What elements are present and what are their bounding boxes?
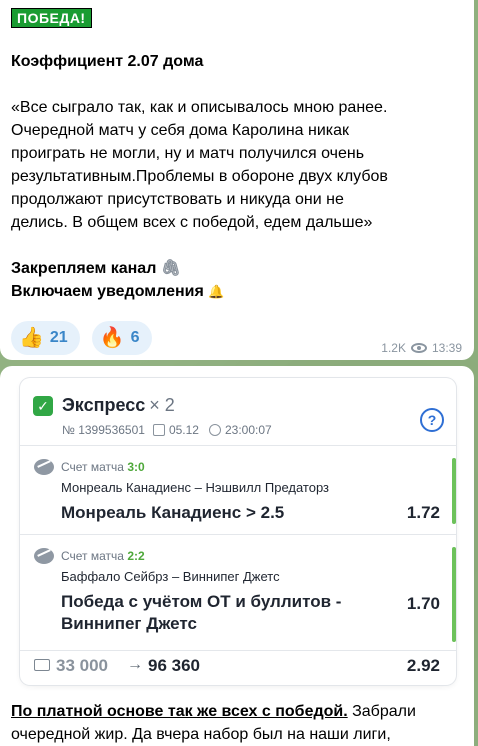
score-value: 3:0 [127,460,145,474]
message-time: 13:39 [431,341,462,355]
notify-line-text: Включаем уведомления [11,283,204,300]
eye-icon [410,343,427,353]
quote-line-3: проиграть не могли, ну и матч получился … [11,145,365,162]
ticket-type: Экспресс [62,395,146,415]
view-count: 1.2K [381,341,406,355]
bet-ticket-image[interactable]: ✓ Экспресс × 2 № 1399536501 05.12 23:00:0… [20,378,456,685]
quote-line-6: делись. В общем всех с победой, едем дал… [11,214,373,231]
ticket-footer: 33 000 → 96 360 2.92 [20,651,456,683]
ticket-number: № 1399536501 [62,423,145,437]
thumbs-up-icon: 👍 [19,327,44,349]
clock-icon [208,424,221,436]
calendar-icon [152,424,165,436]
fire-icon: 🔥 [99,327,125,349]
ticket-header: ✓ Экспресс × 2 № 1399536501 05.12 23:00:0… [20,378,456,446]
ticket-subline: № 1399536501 05.12 23:00:07 [62,423,272,437]
message-text-2-line2: очередной жир. Да вчера набор был на наш… [11,726,391,743]
win-indicator [452,547,456,642]
ticket-time: 23:00:07 [224,423,272,437]
arrow-right-icon: → [127,656,143,673]
event-pick: Победа с учётом ОТ и буллитов - Виннипег… [61,592,342,633]
quote-line-4: результативным.Проблемы в обороне двух к… [11,168,388,185]
message-bubble-2: ✓ Экспресс × 2 № 1399536501 05.12 23:00:0… [0,366,474,746]
match-score: Счет матча 3:0 [61,460,145,474]
event-teams: Монреаль Канадиенс – Нэшвилл Предаторз [61,480,329,495]
score-value: 2:2 [127,549,145,563]
total-odd: 2.92 [406,656,440,675]
win-badge: ПОБЕДА! [11,8,92,28]
reaction-thumbs-up[interactable]: 👍 21 [11,321,80,355]
coefficient-line: Коэффициент 2.07 дома [11,53,204,70]
reaction-count: 21 [49,329,68,346]
quote-line-2: Очередной матч у себя дома Каролина ника… [11,122,350,139]
reaction-count: 6 [130,329,140,346]
message-text-2: По платной основе так же всех с победой.… [11,700,466,746]
ticket-multiplier: × 2 [149,395,175,415]
bell-icon: 🔔 [208,284,225,299]
message-text-2-rest: Забрали [347,703,416,720]
paperclip-icon: 🖇 [160,260,182,277]
wallet-icon [34,659,50,671]
score-label: Счет матча [61,460,124,474]
hockey-puck-icon [34,548,54,564]
event-odd: 1.70 [406,594,440,613]
notify-line: Включаем уведомления 🔔 [11,280,462,303]
quote-line-1: «Все сыграло так, как и описывалось мною… [11,99,388,116]
check-icon: ✓ [33,396,53,416]
ticket-event-1: Счет матча 3:0 Монреаль Канадиенс – Нэшв… [20,446,456,535]
pin-line: Закрепляем канал 🖇 [11,257,462,280]
pin-line-text: Закрепляем канал [11,260,157,277]
message-text-2-bold: По платной основе так же всех с победой. [11,703,348,720]
message-bubble-1: ПОБЕДА! Коэффициент 2.07 дома «Все сыгра… [0,0,474,360]
reactions: 👍 21 🔥 6 [11,321,152,355]
ticket-title: Экспресс × 2 [62,395,175,416]
hockey-puck-icon [34,459,54,475]
win-indicator [452,458,456,524]
win-amount: 96 360 [148,656,200,675]
reaction-fire[interactable]: 🔥 6 [91,321,152,355]
match-score: Счет матча 2:2 [61,549,145,563]
event-teams: Баффало Сейбрз – Виннипег Джетс [61,569,280,584]
ticket-event-2: Счет матча 2:2 Баффало Сейбрз – Виннипег… [20,535,456,651]
stake-amount: 33 000 [56,656,108,675]
event-odd: 1.72 [406,503,440,522]
help-icon: ? [420,408,444,432]
ticket-date: 05.12 [168,423,199,437]
event-pick: Монреаль Канадиенс > 2.5 [61,503,285,522]
quote-line-5: продолжают присутствовать и никуда они н… [11,191,344,208]
message-meta: 1.2K 13:39 [381,341,462,355]
score-label: Счет матча [61,549,124,563]
